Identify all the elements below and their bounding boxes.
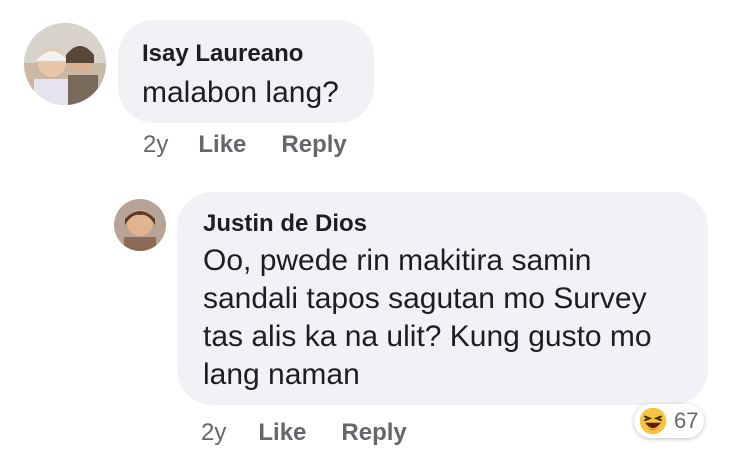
like-button[interactable]: Like <box>258 419 306 447</box>
comment-bubble: Isay Laureano malabon lang? <box>118 20 374 123</box>
comment-timestamp[interactable]: 2y <box>201 419 226 447</box>
comment-text: Oo, pwede rin makitira samin sandali tap… <box>203 244 652 391</box>
reaction-count: 67 <box>674 408 699 433</box>
comment-text: malabon lang? <box>142 76 339 109</box>
profile-photo-icon <box>24 23 106 105</box>
profile-photo-icon <box>114 199 166 251</box>
laughing-emoji-icon <box>639 407 667 435</box>
comment-actions: 2y Like Reply <box>143 131 347 159</box>
avatar[interactable] <box>24 23 106 105</box>
comment-actions: 2y Like Reply <box>201 419 407 447</box>
avatar[interactable] <box>114 199 166 251</box>
comment-author[interactable]: Isay Laureano <box>142 40 350 68</box>
reaction-badge[interactable]: 67 <box>634 404 705 438</box>
reply-button[interactable]: Reply <box>281 131 346 159</box>
like-button[interactable]: Like <box>198 131 246 159</box>
comment-timestamp[interactable]: 2y <box>143 131 168 159</box>
reply-bubble: Justin de Dios Oo, pwede rin makitira sa… <box>177 192 708 405</box>
comment-author[interactable]: Justin de Dios <box>203 210 682 238</box>
reply-button[interactable]: Reply <box>341 419 406 447</box>
